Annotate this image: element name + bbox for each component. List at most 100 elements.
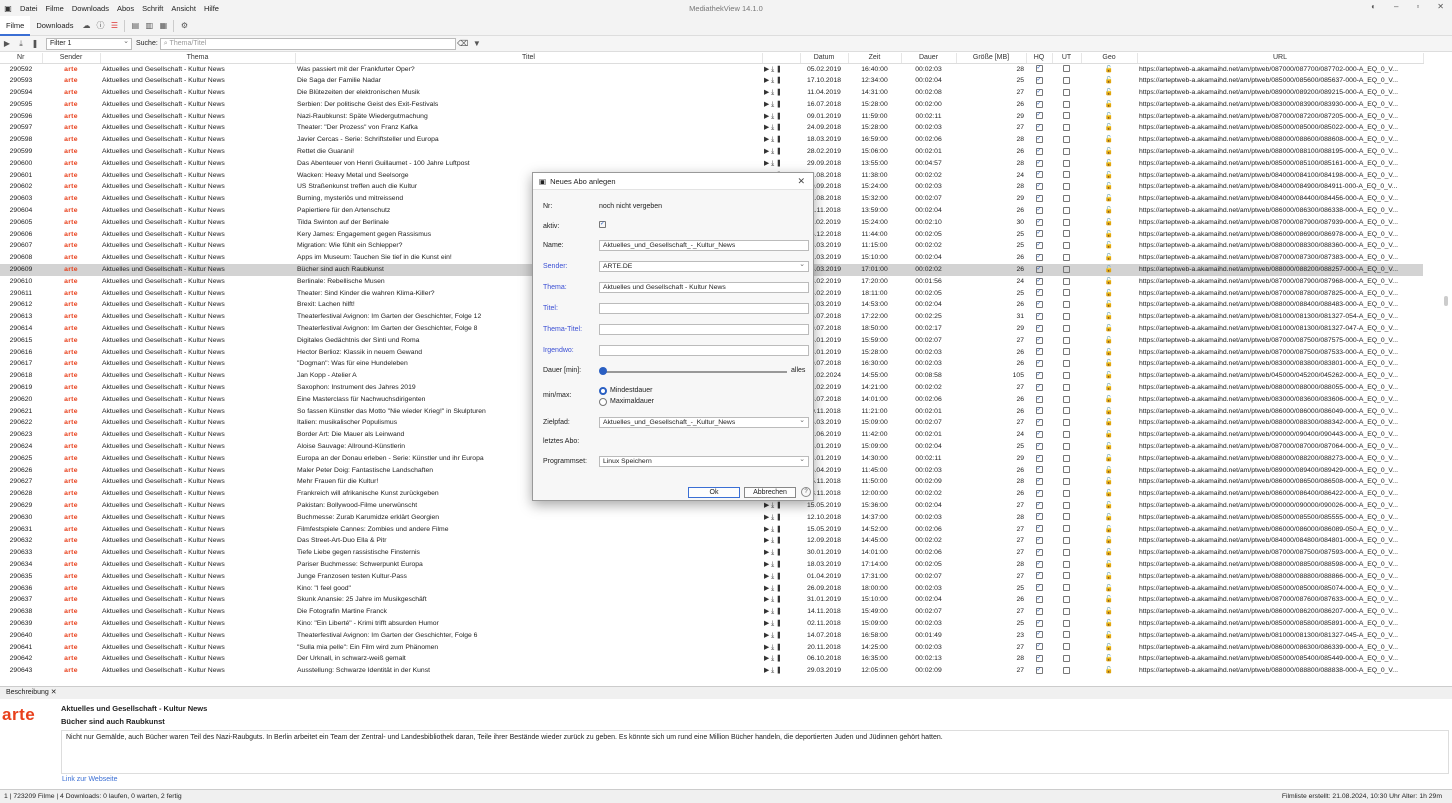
hq-checkbox[interactable]: ✓ [1035,395,1043,403]
download-icon[interactable]: ⤓ [771,585,774,592]
ut-checkbox[interactable] [1063,454,1070,462]
play-icon[interactable]: ▶ [764,136,769,143]
bookmark-icon[interactable]: ❚ [776,620,782,627]
cell-hq[interactable]: ✓ [1026,559,1052,571]
table-row[interactable]: 290597 arte Aktuelles und Gesellschaft - K… [0,122,1423,134]
ut-checkbox[interactable] [1063,159,1070,167]
ut-checkbox[interactable] [1063,124,1070,132]
play-icon[interactable]: ▶ [764,124,769,131]
hq-checkbox[interactable]: ✓ [1035,525,1043,533]
ut-checkbox[interactable] [1063,135,1070,143]
ut-checkbox[interactable] [1063,206,1070,214]
play-icon[interactable]: ▶ [764,89,769,96]
hq-checkbox[interactable]: ✓ [1035,124,1043,132]
table-scrollbar[interactable] [1444,296,1448,306]
cell-hq[interactable]: ✓ [1026,122,1052,134]
bookmark-icon[interactable]: ❚ [776,667,782,674]
table-row[interactable]: 290637 arte Aktuelles und Gesellschaft - K… [0,594,1423,606]
cell-hq[interactable]: ✓ [1026,158,1052,170]
download-icon[interactable]: ⤓ [771,101,774,108]
bookmark-icon[interactable]: ❚ [776,585,782,592]
cell-ut[interactable] [1052,559,1081,571]
max-radio[interactable] [599,398,607,406]
ut-checkbox[interactable] [1063,513,1070,521]
ut-checkbox[interactable] [1063,112,1070,120]
column-header-dauer[interactable]: Dauer [901,53,957,64]
ok-button[interactable]: Ok [688,487,740,498]
cell-ut[interactable] [1052,441,1081,453]
ut-checkbox[interactable] [1063,407,1070,415]
table-row[interactable]: 290631 arte Aktuelles und Gesellschaft - K… [0,524,1423,536]
hq-checkbox[interactable]: ✓ [1035,584,1043,592]
cell-ut[interactable] [1052,358,1081,370]
cell-hq[interactable]: ✓ [1026,181,1052,193]
cell-hq[interactable]: ✓ [1026,252,1052,264]
filter-select[interactable]: Filter 1 [46,37,132,50]
hq-checkbox[interactable]: ✓ [1035,77,1043,84]
bookmark-icon[interactable]: ❚ [776,77,782,84]
ut-checkbox[interactable] [1063,301,1070,309]
column-header-titel[interactable]: Titel [295,53,763,64]
cell-ut[interactable] [1052,229,1081,241]
hq-checkbox[interactable]: ✓ [1035,147,1043,155]
download-icon[interactable]: ⤓ [771,124,774,131]
hq-checkbox[interactable]: ✓ [1035,430,1043,438]
menu-filme[interactable]: Filme [46,4,64,13]
cell-hq[interactable]: ✓ [1026,653,1052,665]
help-icon[interactable]: ? [801,487,811,497]
hq-checkbox[interactable]: ✓ [1035,607,1043,615]
cell-ut[interactable] [1052,465,1081,477]
column-header-url[interactable]: URL [1137,53,1424,64]
ut-checkbox[interactable] [1063,336,1070,344]
bookmark-icon[interactable]: ❚ [776,608,782,615]
hq-checkbox[interactable]: ✓ [1035,407,1043,415]
ut-checkbox[interactable] [1063,619,1070,627]
hq-checkbox[interactable]: ✓ [1035,596,1043,604]
hq-checkbox[interactable]: ✓ [1035,631,1043,639]
play-icon[interactable]: ▶ [764,632,769,639]
ut-checkbox[interactable] [1063,371,1070,379]
hq-checkbox[interactable]: ✓ [1035,159,1043,167]
cell-ut[interactable] [1052,406,1081,418]
aktiv-checkbox[interactable]: ✓ [599,221,606,228]
cell-ut[interactable] [1052,547,1081,559]
table-row[interactable]: 290592 arte Aktuelles und Gesellschaft - K… [0,63,1423,75]
list-icon[interactable]: ☰ [108,20,120,32]
ut-checkbox[interactable] [1063,430,1070,438]
play-icon[interactable]: ▶ [764,573,769,580]
website-link[interactable]: Link zur Webseite [62,776,118,783]
column-header-datum[interactable]: Datum [800,53,849,64]
ut-checkbox[interactable] [1063,218,1070,226]
download-icon[interactable]: ⤓ [771,596,774,603]
cell-ut[interactable] [1052,111,1081,123]
zielpfad-select[interactable]: Aktuelles_und_Gesellschaft_-_Kultur_News [599,416,809,428]
hq-checkbox[interactable]: ✓ [1035,171,1043,179]
hq-checkbox[interactable]: ✓ [1035,619,1043,627]
dauer-slider-track[interactable] [601,371,787,373]
cell-hq[interactable]: ✓ [1026,535,1052,547]
hq-checkbox[interactable]: ✓ [1035,560,1043,568]
settings-icon[interactable]: ⚙ [178,20,190,32]
download-icon[interactable]: ⤓ [771,549,774,556]
cell-hq[interactable]: ✓ [1026,134,1052,146]
ut-checkbox[interactable] [1063,489,1070,497]
table-row[interactable]: 290636 arte Aktuelles und Gesellschaft - K… [0,583,1423,595]
cell-hq[interactable]: ✓ [1026,429,1052,441]
table-row[interactable]: 290594 arte Aktuelles und Gesellschaft - K… [0,87,1423,99]
bookmark-icon[interactable]: ❚ [776,124,782,131]
ut-checkbox[interactable] [1063,478,1070,486]
cell-hq[interactable]: ✓ [1026,170,1052,182]
cell-hq[interactable]: ✓ [1026,382,1052,394]
play-icon[interactable]: ▶ [764,66,769,73]
ut-checkbox[interactable] [1063,596,1070,604]
column-header-thema[interactable]: Thema [100,53,296,64]
download-icon[interactable]: ⤓ [771,77,774,84]
hq-checkbox[interactable]: ✓ [1035,655,1043,663]
dauer-slider-knob[interactable] [599,367,607,375]
bookmark-icon[interactable]: ❚ [776,101,782,108]
cell-ut[interactable] [1052,252,1081,264]
sender-select[interactable]: ARTE.DE [599,260,809,272]
bookmark-icon[interactable]: ❚ [776,148,782,155]
ut-checkbox[interactable] [1063,572,1070,580]
hq-checkbox[interactable]: ✓ [1035,100,1043,108]
